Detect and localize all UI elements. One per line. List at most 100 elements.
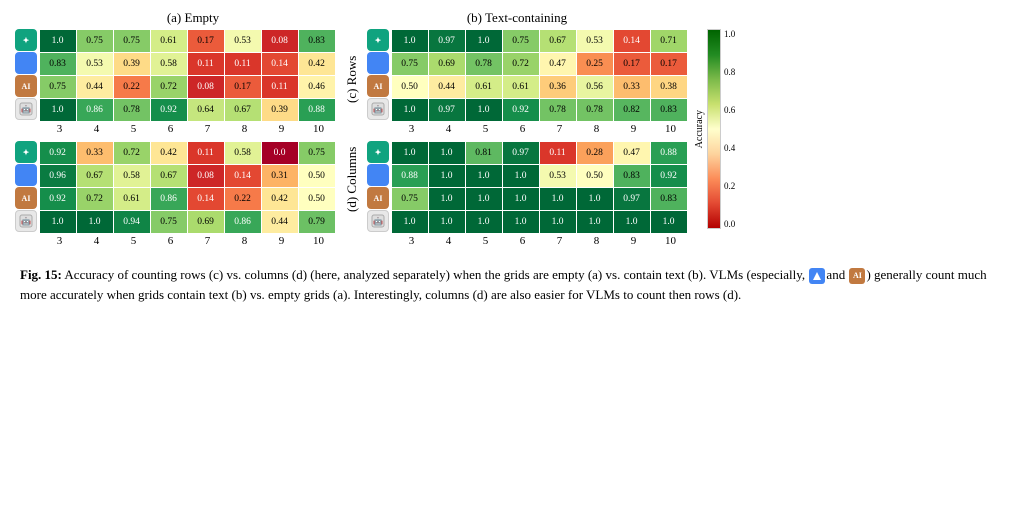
x-axis-cols-text: 345678910 [393, 235, 689, 247]
rows-text-block: ✦ AI 🤖 1.00.971.00.750.670.530.1 [367, 29, 689, 135]
heatmap-cell: 0.82 [614, 99, 650, 121]
heatmap-cell: 0.44 [429, 76, 465, 98]
heatmap-cell: 0.83 [651, 188, 687, 210]
gpt-icon: ✦ [15, 29, 37, 51]
heatmap-cell: 0.22 [225, 188, 261, 210]
x-axis-label: 10 [653, 235, 689, 247]
heatmap-cell: 0.56 [577, 76, 613, 98]
model-icons-cols-empty: ✦ AI 🤖 [15, 141, 37, 233]
heatmap-row: 0.751.01.01.01.01.00.970.83 [391, 187, 687, 210]
heatmap-cell: 1.0 [429, 211, 465, 233]
heatmap-cell: 1.0 [40, 99, 76, 121]
cols-text-block: ✦ AI 🤖 1.01.00.810.970.110.280.4 [367, 141, 689, 247]
heatmap-cell: 0.36 [540, 76, 576, 98]
heatmap-row: 1.00.750.750.610.170.530.080.83 [39, 29, 335, 52]
heatmap-row: 0.500.440.610.610.360.560.330.38 [391, 75, 687, 98]
gemini-icon [15, 52, 37, 74]
x-axis-label: 8 [579, 123, 615, 135]
heatmap-cell: 0.14 [262, 53, 298, 75]
heatmap-cell: 0.50 [299, 188, 335, 210]
main-container: (a) Empty (b) Text-containing ✦ [0, 0, 1030, 522]
claude-icon: AI [15, 75, 37, 97]
heatmap-cell: 0.44 [262, 211, 298, 233]
heatmap-cell: 1.0 [392, 30, 428, 52]
heatmap-row: 0.881.01.01.00.530.500.830.92 [391, 164, 687, 187]
heatmap-cell: 0.46 [299, 76, 335, 98]
heatmap-row: 0.920.720.610.860.140.220.420.50 [39, 187, 335, 210]
caption-text2: and [826, 267, 848, 282]
heatmap-cell: 0.67 [540, 30, 576, 52]
x-axis-label: 9 [264, 235, 300, 247]
heatmap-cell: 1.0 [429, 188, 465, 210]
heatmap-cell: 0.0 [262, 142, 298, 164]
heatmap-cell: 0.72 [503, 53, 539, 75]
heatmap-cell: 0.75 [77, 30, 113, 52]
gemini-icon-3 [367, 52, 389, 74]
colorbar [707, 29, 721, 229]
heatmap-cell: 1.0 [40, 211, 76, 233]
heatmap-row: 1.01.01.01.01.01.01.01.0 [391, 210, 687, 233]
heatmap-cell: 0.78 [577, 99, 613, 121]
x-axis-label: 7 [190, 123, 226, 135]
llava-icon-3: 🤖 [367, 98, 389, 120]
heatmap-cell: 0.14 [614, 30, 650, 52]
x-axis-label: 6 [153, 123, 189, 135]
model-icons-cols-text: ✦ AI 🤖 [367, 141, 389, 233]
heatmap-cell: 1.0 [40, 30, 76, 52]
heatmap-cell: 0.75 [392, 188, 428, 210]
title-text-containing: (b) Text-containing [365, 10, 669, 26]
svg-text:✦: ✦ [23, 36, 30, 45]
gemini-icon-2 [15, 164, 37, 186]
heatmap-cell: 1.0 [503, 165, 539, 187]
colorbar-tick-label: 0.2 [724, 181, 735, 191]
heatmap-row: 1.00.860.780.920.640.670.390.88 [39, 98, 335, 121]
x-axis-label: 7 [542, 235, 578, 247]
model-icons-rows-text: ✦ AI 🤖 [367, 29, 389, 121]
x-axis-label: 5 [116, 123, 152, 135]
rows-text-heatmap: 1.00.971.00.750.670.530.140.710.750.690.… [391, 29, 687, 121]
heatmap-cell: 0.61 [114, 188, 150, 210]
heatmap-cell: 0.75 [40, 76, 76, 98]
x-axis-label: 5 [468, 235, 504, 247]
heatmap-cell: 1.0 [77, 211, 113, 233]
heatmap-cell: 0.33 [77, 142, 113, 164]
heatmap-cell: 1.0 [466, 165, 502, 187]
svg-text:✦: ✦ [375, 36, 382, 45]
heatmap-cell: 0.47 [614, 142, 650, 164]
heatmap-cell: 0.86 [151, 188, 187, 210]
heatmap-cell: 0.61 [466, 76, 502, 98]
heatmap-cell: 0.42 [299, 53, 335, 75]
heatmap-cell: 1.0 [577, 211, 613, 233]
heatmap-cell: 0.50 [577, 165, 613, 187]
cols-empty-heatmap: 0.920.330.720.420.110.580.00.750.960.670… [39, 141, 335, 233]
heatmap-cell: 0.11 [188, 53, 224, 75]
heatmap-cell: 0.88 [299, 99, 335, 121]
heatmap-cell: 0.83 [299, 30, 335, 52]
heatmap-cell: 0.53 [577, 30, 613, 52]
caption-bold: Fig. 15: [20, 267, 62, 282]
heatmap-cell: 0.71 [651, 30, 687, 52]
gpt-icon-2: ✦ [15, 141, 37, 163]
heatmap-cell: 0.58 [114, 165, 150, 187]
heatmap-cell: 0.78 [466, 53, 502, 75]
heatmap-cell: 0.75 [299, 142, 335, 164]
heatmap-cell: 0.88 [651, 142, 687, 164]
heatmap-cell: 0.86 [225, 211, 261, 233]
model-icons-rows-empty: ✦ AI 🤖 [15, 29, 37, 121]
rows-empty-heatmap: 1.00.750.750.610.170.530.080.830.830.530… [39, 29, 335, 121]
heatmap-cell: 0.72 [151, 76, 187, 98]
heatmap-cell: 0.22 [114, 76, 150, 98]
heatmap-cell: 0.31 [262, 165, 298, 187]
heatmap-cell: 0.92 [40, 142, 76, 164]
rows-empty-block: ✦ AI 🤖 1.00.750.750.610.170.530. [15, 29, 337, 135]
x-axis-label: 4 [79, 123, 115, 135]
heatmap-cell: 0.53 [225, 30, 261, 52]
x-axis-cols-empty: 345678910 [41, 235, 337, 247]
heatmap-cell: 1.0 [392, 142, 428, 164]
heatmap-cell: 0.33 [614, 76, 650, 98]
heatmap-cell: 0.67 [77, 165, 113, 187]
heatmap-cell: 0.50 [299, 165, 335, 187]
x-axis-label: 7 [542, 123, 578, 135]
heatmap-cell: 0.88 [392, 165, 428, 187]
heatmap-cell: 0.72 [77, 188, 113, 210]
